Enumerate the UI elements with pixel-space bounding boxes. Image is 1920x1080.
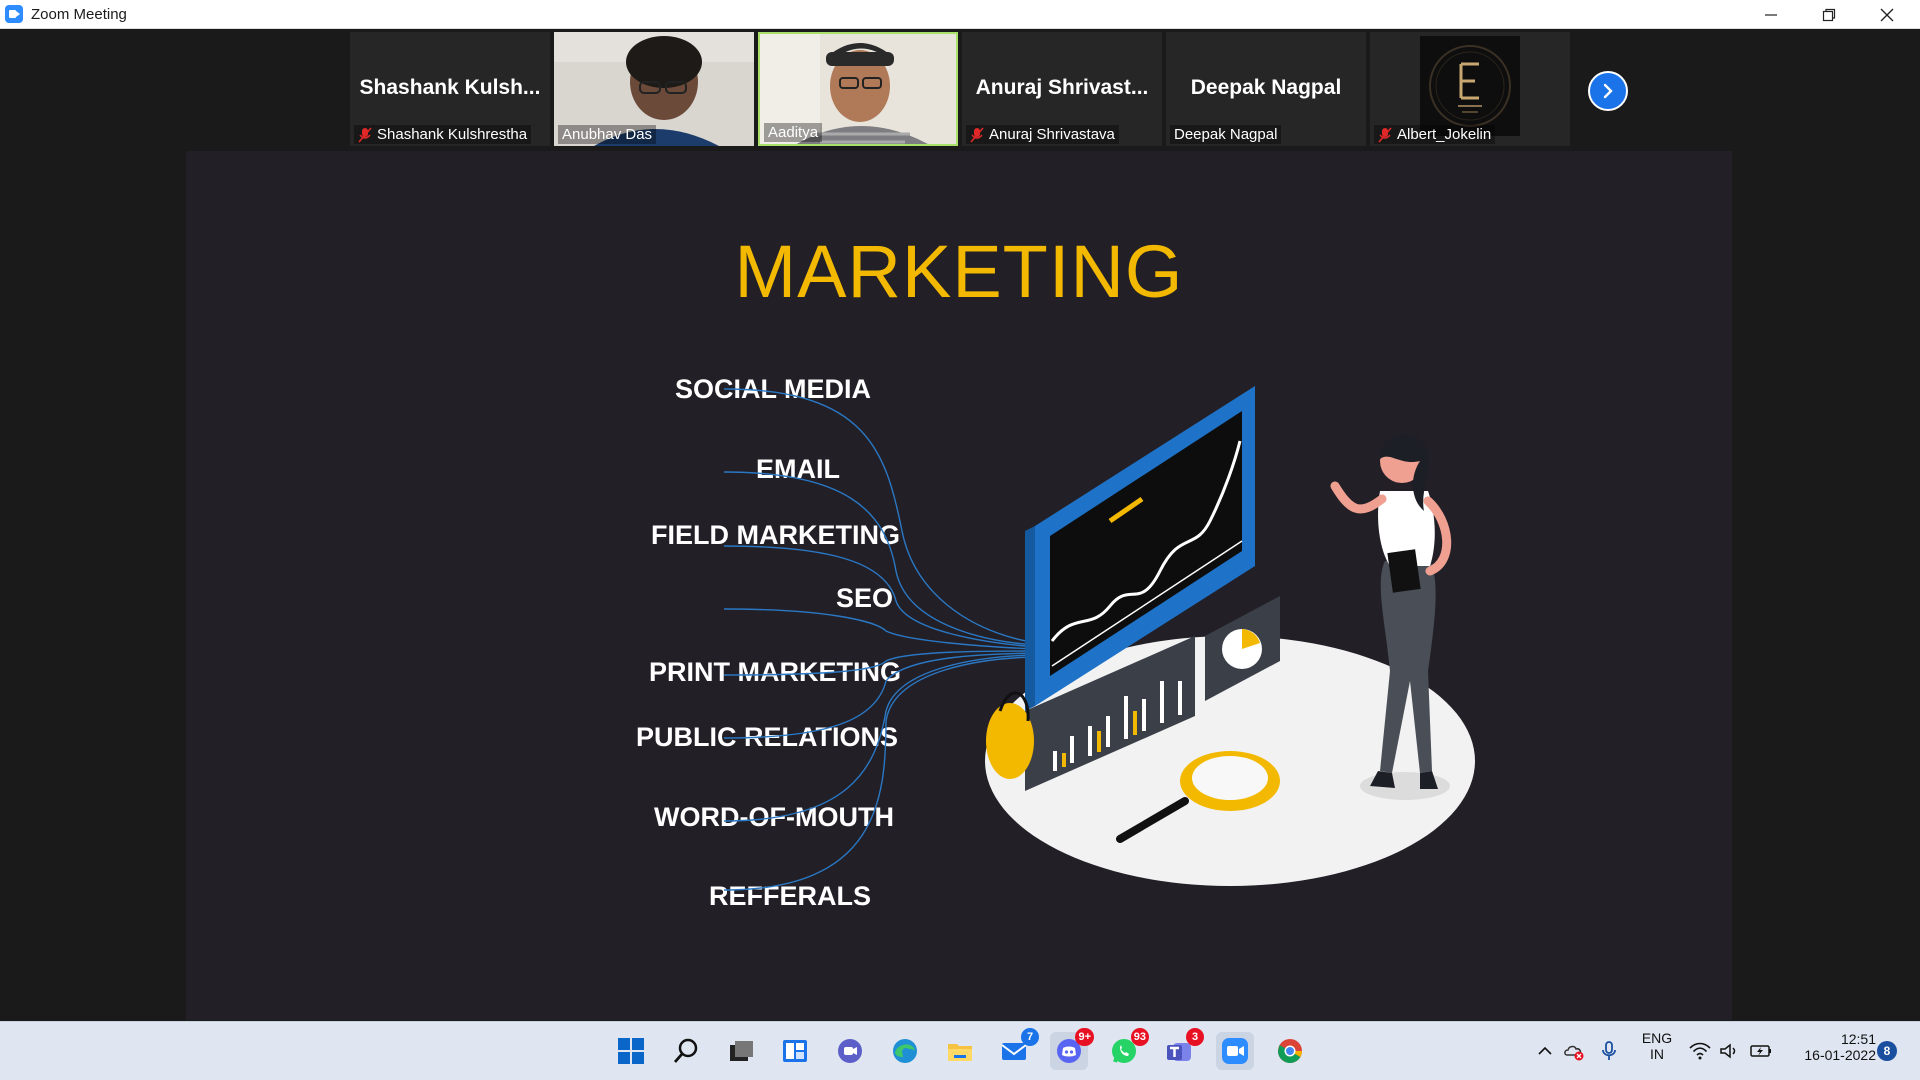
participant-name-label: Deepak Nagpal — [1170, 125, 1282, 144]
discord-badge: 9+ — [1075, 1028, 1094, 1046]
whatsapp-button[interactable]: 93 — [1105, 1028, 1149, 1070]
volume-button[interactable] — [1718, 1032, 1742, 1070]
teams-button[interactable]: 3 — [1160, 1028, 1204, 1070]
minimize-button[interactable] — [1742, 0, 1800, 29]
restore-button[interactable] — [1800, 0, 1858, 29]
restore-icon — [1822, 8, 1836, 21]
participant-tile[interactable]: Shashank Kulsh... Shashank Kulshrestha — [350, 32, 550, 146]
task-view-button[interactable] — [722, 1032, 760, 1070]
file-explorer-button[interactable] — [941, 1032, 979, 1070]
mic-muted-icon — [358, 126, 372, 143]
minimize-icon — [1765, 13, 1777, 16]
start-icon — [618, 1038, 644, 1064]
window-title-bar: Zoom Meeting — [0, 0, 1920, 29]
close-button[interactable] — [1858, 0, 1916, 29]
search-icon — [673, 1038, 698, 1063]
chrome-button[interactable] — [1271, 1032, 1309, 1070]
mail-badge: 7 — [1021, 1028, 1039, 1046]
window-title: Zoom Meeting — [31, 5, 127, 23]
microphone-in-use-button[interactable] — [1595, 1032, 1623, 1070]
notifications-button[interactable]: 8 — [1874, 1032, 1900, 1070]
participant-name-label: Anubhav Das — [558, 125, 657, 144]
chat-button[interactable] — [831, 1032, 869, 1070]
clock[interactable]: 12:51 16-01-2022 — [1786, 1031, 1876, 1063]
task-view-icon — [730, 1041, 753, 1061]
participant-tile-active-speaker[interactable]: Aaditya — [758, 32, 958, 146]
wifi-icon — [1689, 1042, 1711, 1060]
participant-name-label: Anuraj Shrivastava — [966, 125, 1119, 144]
notification-count-badge: 8 — [1877, 1041, 1897, 1061]
input-language-button[interactable]: ENG IN — [1637, 1030, 1677, 1062]
participant-tile[interactable]: Anuraj Shrivast... Anuraj Shrivastava — [962, 32, 1162, 146]
mic-muted-icon — [1378, 126, 1392, 143]
show-hidden-icons-button[interactable] — [1535, 1032, 1555, 1070]
zoom-button[interactable] — [1216, 1032, 1254, 1070]
participant-display-name: Shashank Kulsh... — [359, 76, 541, 99]
marketing-illustration — [985, 386, 1475, 886]
next-page-button[interactable] — [1588, 71, 1628, 111]
battery-charging-icon — [1750, 1045, 1771, 1057]
battery-button[interactable] — [1748, 1032, 1774, 1070]
edge-icon — [893, 1039, 917, 1063]
edge-button[interactable] — [886, 1032, 924, 1070]
file-explorer-icon — [948, 1044, 972, 1061]
onedrive-status-button[interactable] — [1560, 1032, 1588, 1070]
windows-taskbar: 7 9+ 93 3 ENG IN 12:51 16-01-2022 8 — [0, 1021, 1920, 1080]
participant-tile[interactable]: Albert_Jokelin — [1370, 32, 1570, 146]
chat-icon — [838, 1039, 862, 1063]
participant-display-name: Anuraj Shrivast... — [975, 76, 1149, 99]
participant-tile[interactable]: Deepak Nagpal Deepak Nagpal — [1166, 32, 1366, 146]
zoom-app-icon — [5, 5, 23, 23]
participant-gallery: Shashank Kulsh... Shashank Kulshrestha A… — [0, 29, 1920, 149]
participant-tile[interactable]: Anubhav Das — [554, 32, 754, 146]
participant-name-label: Albert_Jokelin — [1374, 125, 1496, 144]
widgets-button[interactable] — [776, 1032, 814, 1070]
mic-muted-icon — [970, 126, 984, 143]
shared-slide: MARKETING SOCIAL MEDIA EMAIL FIELD MARKE… — [186, 151, 1732, 1020]
discord-button[interactable]: 9+ — [1050, 1028, 1094, 1070]
participant-name-label: Shashank Kulshrestha — [354, 125, 532, 144]
teams-badge: 3 — [1186, 1028, 1204, 1046]
zoom-icon — [1222, 1038, 1248, 1064]
cloud-error-icon — [1564, 1045, 1584, 1061]
mail-button[interactable]: 7 — [995, 1028, 1039, 1070]
clock-date: 16-01-2022 — [1804, 1047, 1876, 1063]
ecell-logo-avatar — [1420, 36, 1520, 136]
participant-name-label: Aaditya — [764, 123, 823, 142]
chrome-icon — [1278, 1039, 1302, 1064]
whatsapp-badge: 93 — [1130, 1028, 1149, 1046]
volume-icon — [1720, 1043, 1736, 1059]
connector-lines — [723, 388, 1037, 891]
participant-display-name: Deepak Nagpal — [1190, 76, 1342, 99]
network-button[interactable] — [1688, 1032, 1712, 1070]
search-button[interactable] — [667, 1032, 705, 1070]
widgets-icon — [783, 1040, 807, 1062]
clock-time: 12:51 — [1840, 1031, 1876, 1047]
microphone-icon — [1602, 1041, 1616, 1060]
chevron-up-icon — [1538, 1046, 1552, 1055]
close-icon — [1880, 8, 1894, 21]
chevron-right-icon — [1603, 83, 1613, 99]
start-button[interactable] — [612, 1032, 650, 1070]
